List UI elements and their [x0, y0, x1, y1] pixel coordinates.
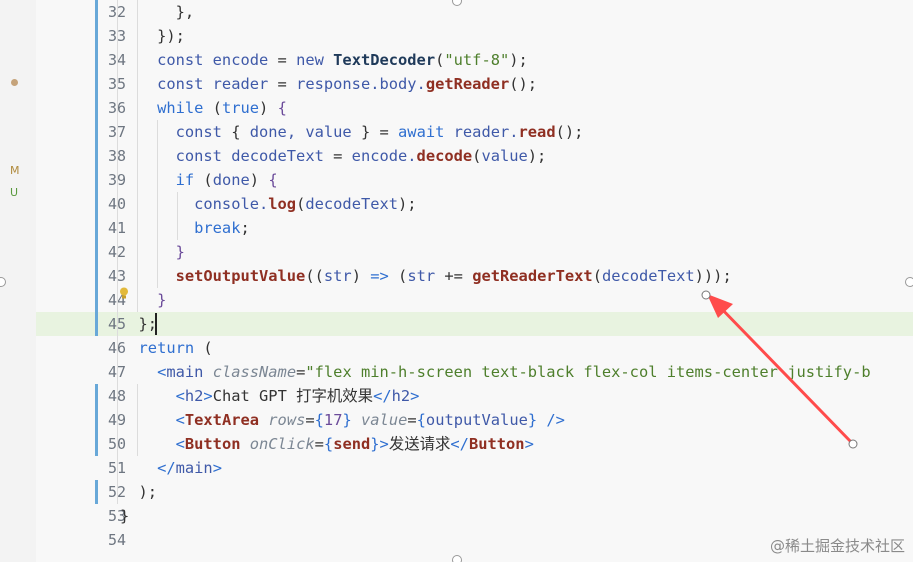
code-editor[interactable]: M U 32 }, 33 }); 34 const encode = new Tex…	[0, 0, 913, 562]
selection-handle[interactable]	[905, 277, 913, 287]
selection-handle[interactable]	[452, 555, 462, 562]
watermark: @稀土掘金技术社区	[769, 537, 905, 555]
annotation-arrow	[701, 290, 858, 449]
